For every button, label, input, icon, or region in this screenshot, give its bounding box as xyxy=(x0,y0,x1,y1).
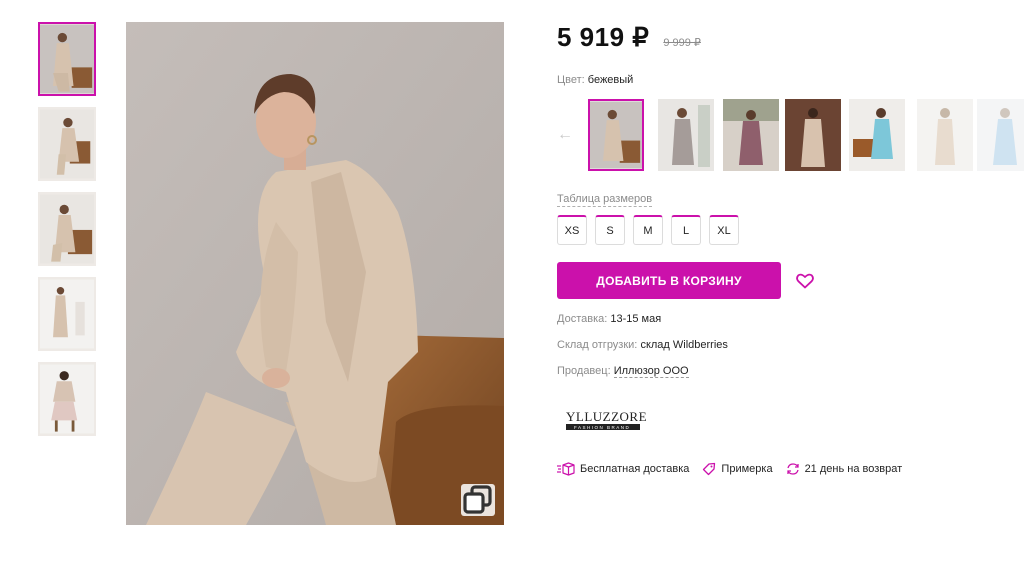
seller-label: Продавец: xyxy=(557,365,611,377)
color-option-white-blue[interactable] xyxy=(977,99,1024,171)
warehouse-value: склад Wildberries xyxy=(640,339,728,351)
product-photo xyxy=(126,22,504,525)
color-option-grey[interactable] xyxy=(658,99,714,171)
brand-logo[interactable]: YLLUZZORE FASHION BRAND xyxy=(564,407,654,437)
main-product-image[interactable] xyxy=(126,22,504,525)
feature-label: Бесплатная доставка xyxy=(580,463,690,475)
product-info: 5 919 ₽ 9 999 ₽ Цвет: бежевый ← Таблица … xyxy=(557,22,1024,476)
thumbnail-photo-4[interactable] xyxy=(38,277,96,351)
color-label: Цвет: xyxy=(557,74,585,86)
color-options: ← xyxy=(557,99,1024,175)
swatch-image xyxy=(590,101,642,169)
old-price: 9 999 ₽ xyxy=(663,37,701,49)
size-option-s[interactable]: S xyxy=(595,215,625,245)
color-option-beige[interactable] xyxy=(588,99,644,171)
product-page: 5 919 ₽ 9 999 ₽ Цвет: бежевый ← Таблица … xyxy=(0,0,1024,584)
warehouse-row: Склад отгрузки: склад Wildberries xyxy=(557,339,1024,351)
zoom-button[interactable] xyxy=(461,484,495,516)
thumbnail-list xyxy=(38,22,98,447)
color-value: бежевый xyxy=(587,74,634,86)
feature-free-delivery: Бесплатная доставка xyxy=(557,462,689,476)
delivery-value: 13-15 мая xyxy=(610,313,662,325)
cart-row: ДОБАВИТЬ В КОРЗИНУ xyxy=(557,262,1024,299)
current-price: 5 919 ₽ xyxy=(557,22,650,52)
delivery-row: Доставка: 13-15 мая xyxy=(557,313,1024,325)
thumbnail-photo-5[interactable] xyxy=(38,362,96,436)
box-icon xyxy=(557,462,575,476)
tag-icon xyxy=(703,462,716,476)
size-option-xs[interactable]: XS xyxy=(557,215,587,245)
color-row: Цвет: бежевый xyxy=(557,74,1024,86)
thumbnail-photo-1[interactable] xyxy=(38,22,96,96)
photo-thumbnail-image xyxy=(40,194,94,264)
feature-label: Примерка xyxy=(721,463,773,475)
favorite-button[interactable] xyxy=(795,271,815,291)
feature-try-on: Примерка xyxy=(702,462,773,476)
photo-thumbnail-image xyxy=(40,24,94,94)
svg-text:YLLUZZORE: YLLUZZORE xyxy=(566,409,647,424)
swatch-image xyxy=(723,99,779,171)
thumbnail-photo-2[interactable] xyxy=(38,107,96,181)
size-table-link[interactable]: Таблица размеров xyxy=(557,193,653,207)
svg-text:FASHION BRAND: FASHION BRAND xyxy=(574,425,630,430)
feature-return: 21 день на возврат xyxy=(786,462,903,476)
color-option-brown-beige[interactable] xyxy=(785,99,841,171)
swatch-image xyxy=(977,99,1024,171)
seller-row: Продавец: Иллюзор ООО xyxy=(557,365,1024,378)
swatch-image xyxy=(785,99,841,171)
size-option-l[interactable]: L xyxy=(671,215,701,245)
thumbnail-photo-3[interactable] xyxy=(38,192,96,266)
heart-icon xyxy=(796,273,814,288)
photo-thumbnail-image xyxy=(40,109,94,179)
add-to-cart-button[interactable]: ДОБАВИТЬ В КОРЗИНУ xyxy=(557,262,781,299)
return-icon xyxy=(786,463,799,475)
arrow-left-icon[interactable]: ← xyxy=(557,126,573,144)
color-option-light-beige[interactable] xyxy=(917,99,973,171)
photo-thumbnail-image xyxy=(40,279,94,349)
delivery-label: Доставка: xyxy=(557,313,608,325)
photo-thumbnail-image xyxy=(40,364,94,434)
swatch-image xyxy=(849,99,905,171)
color-option-light-blue[interactable] xyxy=(849,99,905,171)
copy-icon xyxy=(463,485,492,514)
size-selector: XS S M L XL xyxy=(557,215,1024,245)
swatch-image xyxy=(658,99,714,171)
price-row: 5 919 ₽ 9 999 ₽ xyxy=(557,22,1024,62)
size-option-m[interactable]: M xyxy=(633,215,663,245)
warehouse-label: Склад отгрузки: xyxy=(557,339,638,351)
color-option-mauve[interactable] xyxy=(723,99,779,171)
feature-list: Бесплатная доставка Примерка 21 день на … xyxy=(557,462,1024,476)
size-option-xl[interactable]: XL xyxy=(709,215,739,245)
swatch-image xyxy=(917,99,973,171)
feature-label: 21 день на возврат xyxy=(804,463,903,475)
seller-link[interactable]: Иллюзор ООО xyxy=(613,365,689,378)
